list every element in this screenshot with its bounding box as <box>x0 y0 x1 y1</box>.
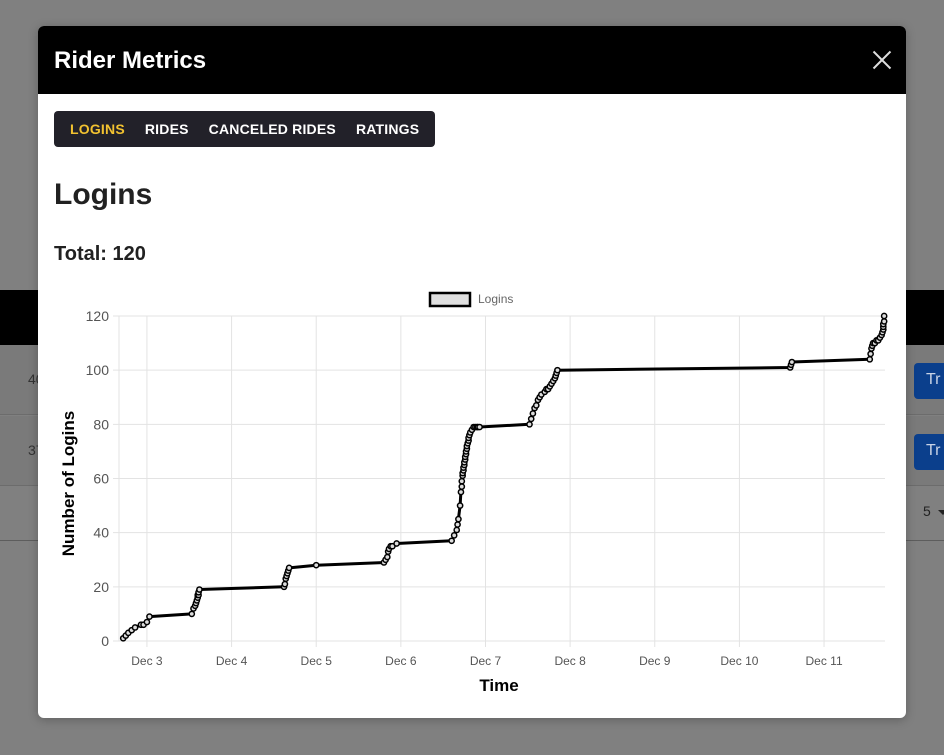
x-axis-title: Time <box>479 676 518 695</box>
data-point <box>383 553 391 561</box>
data-point <box>527 415 535 423</box>
data-point <box>196 586 203 593</box>
data-point <box>312 561 320 569</box>
metrics-tab-bar: LOGINS RIDES CANCELED RIDES RATINGS <box>54 111 436 147</box>
total-count: Total: 120 <box>54 243 146 265</box>
data-point <box>143 618 151 626</box>
legend-label: Logins <box>478 292 513 306</box>
background-rows-per-page: 5 <box>923 503 931 519</box>
modal-title: Rider Metrics <box>54 47 207 74</box>
data-point <box>880 318 888 325</box>
x-tick-label: Dec 7 <box>470 654 502 668</box>
data-point <box>456 502 464 509</box>
y-tick-label: 40 <box>93 525 109 541</box>
data-point <box>453 526 461 534</box>
y-tick-label: 60 <box>93 471 109 487</box>
legend-swatch <box>428 291 472 308</box>
data-point <box>529 410 537 417</box>
data-point <box>532 402 540 409</box>
y-tick-label: 20 <box>93 579 109 595</box>
x-tick-label: Dec 3 <box>131 654 163 668</box>
data-point <box>131 624 139 631</box>
x-tick-label: Dec 4 <box>216 654 248 668</box>
data-point <box>867 350 874 358</box>
data-point <box>393 540 400 547</box>
data-point <box>281 580 289 588</box>
data-point <box>526 420 533 428</box>
data-point <box>476 423 483 431</box>
section-heading: Logins <box>54 178 153 211</box>
x-tick-label: Dec 6 <box>385 654 417 668</box>
data-point <box>788 358 796 366</box>
data-point <box>455 515 462 523</box>
modal-header: Rider Metrics <box>38 26 906 94</box>
data-point <box>188 610 196 618</box>
y-tick-label: 120 <box>86 308 110 324</box>
data-point <box>448 537 455 545</box>
data-point <box>880 312 888 320</box>
tab-rides[interactable]: RIDES <box>135 111 199 147</box>
data-point <box>285 564 293 572</box>
logins-chart: 0 20 40 60 80 100 120 Dec 3 Dec 4 Dec 5 Dec 6 Dec 7… <box>59 291 888 695</box>
data-point <box>458 477 466 485</box>
x-tick-label: Dec 9 <box>639 654 671 668</box>
y-axis-title: Number of Logins <box>59 411 78 556</box>
close-icon[interactable] <box>872 50 892 70</box>
data-point <box>146 613 153 620</box>
y-tick-label: 0 <box>101 633 109 649</box>
x-tick-label: Dec 5 <box>301 654 333 668</box>
background-dropdown-arrow-icon <box>938 510 944 515</box>
background-action-button: Tr <box>914 363 944 399</box>
x-tick-label: Dec 10 <box>720 654 758 668</box>
data-point <box>450 532 458 539</box>
data-point <box>457 488 465 496</box>
y-tick-label: 100 <box>86 362 110 378</box>
data-point <box>454 521 461 528</box>
x-tick-label: Dec 8 <box>554 654 586 668</box>
background-action-button: Tr <box>914 434 944 470</box>
data-point <box>458 483 466 490</box>
tab-logins[interactable]: LOGINS <box>60 111 135 147</box>
y-tick-label: 80 <box>93 416 109 432</box>
tab-ratings[interactable]: RATINGS <box>346 111 429 147</box>
rider-metrics-modal: Rider Metrics LOGINS RIDES CANCELED RIDE… <box>38 26 906 718</box>
x-tick-label: Dec 11 <box>805 654 842 668</box>
data-point <box>866 355 874 363</box>
data-point <box>554 366 561 374</box>
tab-canceled-rides[interactable]: CANCELED RIDES <box>199 111 346 147</box>
logins-series-line <box>122 316 886 640</box>
